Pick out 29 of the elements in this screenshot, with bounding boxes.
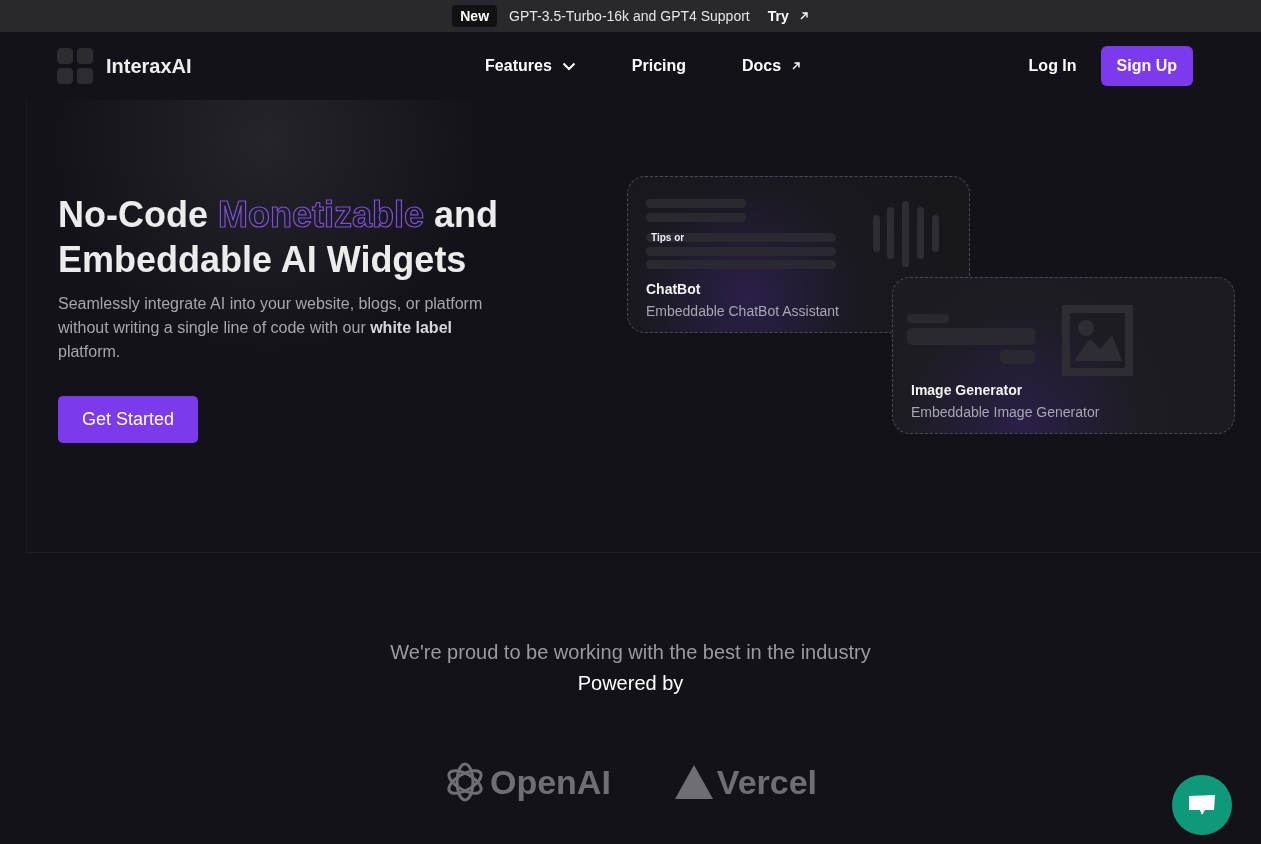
widget-title: Image Generator	[911, 382, 1023, 398]
chat-button[interactable]	[1172, 775, 1232, 835]
widget-title: ChatBot	[646, 281, 701, 297]
chevron-down-icon	[561, 61, 576, 71]
external-link-icon	[798, 11, 809, 21]
chat-bubble-icon	[1188, 793, 1216, 817]
triangle-logo-icon	[674, 765, 713, 799]
nav-link[interactable]: Docs	[742, 57, 802, 75]
get-started-button[interactable]: Get Started	[58, 396, 199, 443]
partner-logo-name: OpenAI	[489, 762, 611, 802]
widget-description: Embeddable Image Generator	[911, 404, 1100, 420]
signup-button[interactable]: Sign Up	[1100, 46, 1193, 86]
logo-icon	[57, 48, 93, 84]
login-link[interactable]: Log In	[1028, 57, 1077, 75]
brand-name: InteraxAI	[106, 54, 192, 78]
chat-snippet: Tips or	[651, 232, 685, 243]
partner-logo-name: Vercel	[716, 762, 818, 802]
nav-link[interactable]: Pricing	[631, 57, 686, 75]
try-link[interactable]: Try	[767, 8, 809, 24]
hero-heading: No-Code Monetizable and Embeddable AI Widgets	[58, 193, 499, 282]
partners-tagline: We're proud to be working with the best in the industry	[390, 641, 871, 664]
announcement-text: GPT-3.5-Turbo-16k and GPT4 Support	[509, 8, 750, 24]
widget-description: Embeddable ChatBot Assistant	[646, 303, 839, 319]
hero-description: Seamlessly integrate AI into your website, blogs, or platform without writing a single line of code with our white label platform.	[58, 294, 484, 362]
new-badge: New	[452, 5, 498, 27]
sound-wave-icon	[873, 201, 941, 267]
external-link-icon	[791, 61, 802, 71]
powered-by-heading: Powered by	[577, 672, 684, 695]
nav-link[interactable]: Features	[485, 57, 576, 75]
